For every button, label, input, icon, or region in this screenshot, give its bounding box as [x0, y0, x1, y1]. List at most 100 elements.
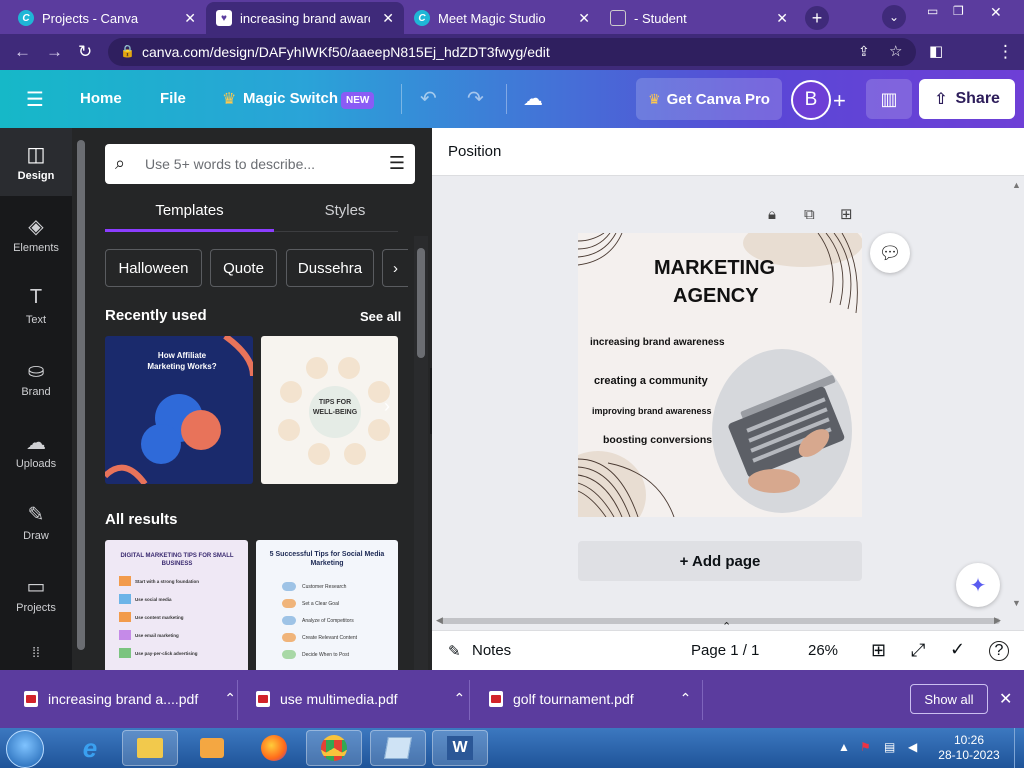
download-item[interactable]: increasing brand a....pdf ⌃: [24, 690, 236, 707]
minimize-icon[interactable]: ▭: [927, 4, 938, 18]
url-field[interactable]: 🔒 canva.com/design/DAFyhIWKf50/aaeepN815…: [108, 38, 916, 66]
template-thumb-affiliate[interactable]: How Affiliate Marketing Works?: [105, 336, 253, 484]
lock-page-icon[interactable]: 🔒︎: [768, 206, 776, 223]
download-item[interactable]: use multimedia.pdf ⌃: [256, 690, 465, 707]
grid-view-icon[interactable]: ⊞: [871, 640, 886, 661]
chevron-up-icon[interactable]: ⌃: [680, 690, 692, 707]
template-thumb-social-media[interactable]: 5 Successful Tips for Social Media Marke…: [256, 540, 398, 670]
panel-scrollbar-thumb[interactable]: [417, 248, 425, 358]
system-clock[interactable]: 10:26 28-10-2023: [934, 733, 1004, 763]
show-all-downloads-button[interactable]: Show all: [910, 684, 988, 714]
design-bullet[interactable]: creating a community: [594, 375, 708, 387]
share-page-icon[interactable]: ⇪: [858, 43, 870, 60]
scroll-down-icon[interactable]: ▼: [1012, 598, 1021, 608]
sidebar-item-elements[interactable]: ◈ Elements: [0, 200, 72, 268]
close-tab-icon[interactable]: ✕: [184, 10, 196, 27]
sidebar-item-text[interactable]: T Text: [0, 272, 72, 340]
design-bullet[interactable]: boosting conversions: [603, 434, 712, 446]
chips-next-icon[interactable]: ›: [382, 249, 408, 287]
chip-quote[interactable]: Quote: [210, 249, 277, 287]
forward-arrow-icon[interactable]: →: [46, 42, 63, 62]
sidebar-item-uploads[interactable]: ☁ Uploads: [0, 416, 72, 484]
firefox-icon[interactable]: [246, 730, 302, 766]
notepad-icon[interactable]: [370, 730, 426, 766]
chevron-up-icon[interactable]: ⌃: [224, 690, 236, 707]
design-title-line2[interactable]: AGENCY: [673, 285, 759, 308]
check-circle-icon[interactable]: ✓: [950, 639, 965, 660]
user-avatar[interactable]: B: [791, 80, 831, 120]
chip-halloween[interactable]: Halloween: [105, 249, 202, 287]
add-page-button[interactable]: + Add page: [578, 541, 862, 581]
panel-scrollbar-left[interactable]: [77, 140, 85, 650]
hamburger-menu-icon[interactable]: ☰: [26, 87, 44, 112]
see-all-link[interactable]: See all: [360, 309, 401, 324]
scroll-right-icon[interactable]: ▶: [994, 615, 1001, 626]
home-link[interactable]: Home: [80, 90, 122, 107]
close-tab-icon[interactable]: ✕: [578, 10, 590, 27]
design-bullet[interactable]: increasing brand awareness: [590, 337, 725, 348]
sidebar-item-projects[interactable]: ▭ Projects: [0, 560, 72, 628]
magic-switch-button[interactable]: Magic Switch: [243, 90, 338, 107]
add-page-icon[interactable]: ⊞: [840, 205, 853, 223]
restore-icon[interactable]: ❐: [953, 4, 964, 18]
tray-expand-icon[interactable]: ▲: [838, 740, 850, 754]
sidebar-item-design[interactable]: ◫ Design: [0, 128, 72, 196]
horizontal-scrollbar[interactable]: [440, 618, 1000, 624]
tab-meet-magic-studio[interactable]: C Meet Magic Studio ✕: [404, 2, 600, 34]
flag-alert-icon[interactable]: ⚑: [860, 740, 871, 754]
carousel-next-icon[interactable]: ›: [384, 396, 390, 417]
notes-icon[interactable]: ✎: [448, 642, 461, 660]
window-close-icon[interactable]: ✕: [990, 4, 1002, 21]
volume-icon[interactable]: ◀: [908, 740, 917, 754]
insights-chart-icon[interactable]: ▥: [866, 79, 912, 119]
back-arrow-icon[interactable]: ←: [14, 42, 31, 62]
page-indicator[interactable]: Page 1 / 1: [691, 642, 759, 659]
magic-sparkle-icon[interactable]: ✦: [956, 563, 1000, 607]
download-item[interactable]: golf tournament.pdf ⌃: [489, 690, 691, 707]
chevron-up-icon[interactable]: ⌃: [454, 690, 466, 707]
close-downloads-icon[interactable]: ✕: [999, 689, 1012, 709]
side-panel-icon[interactable]: ◧: [929, 42, 943, 60]
template-thumb-wellbeing[interactable]: TIPS FOR WELL-BEING: [261, 336, 398, 484]
tab-templates[interactable]: Templates: [105, 202, 274, 219]
fullscreen-icon[interactable]: ⤢: [911, 640, 925, 661]
share-button[interactable]: ⇧ Share: [919, 79, 1015, 119]
get-canva-pro-button[interactable]: ♛ Get Canva Pro: [636, 78, 782, 120]
scroll-left-icon[interactable]: ◀: [436, 615, 443, 626]
browser-menu-icon[interactable]: ⋮: [997, 42, 1014, 62]
duplicate-page-icon[interactable]: ⧉: [804, 206, 815, 223]
template-search-input[interactable]: ⌕ Use 5+ words to describe... ☰: [105, 144, 415, 184]
file-explorer-icon[interactable]: [122, 730, 178, 766]
tab-styles[interactable]: Styles: [290, 202, 400, 219]
network-icon[interactable]: ▤: [884, 740, 895, 754]
add-comment-icon[interactable]: 💬︎: [870, 233, 910, 273]
start-button[interactable]: [6, 730, 44, 768]
help-icon[interactable]: ?: [989, 641, 1009, 661]
new-tab-button[interactable]: +: [805, 6, 829, 30]
chrome-icon[interactable]: [306, 730, 362, 766]
sidebar-item-draw[interactable]: ✎ Draw: [0, 488, 72, 556]
position-button[interactable]: Position: [448, 143, 501, 160]
bookmark-star-icon[interactable]: ☆: [889, 42, 902, 60]
design-bullet[interactable]: improving brand awareness: [592, 406, 712, 416]
sidebar-item-brand[interactable]: ⛀ Brand: [0, 344, 72, 412]
word-icon[interactable]: W: [432, 730, 488, 766]
internet-explorer-icon[interactable]: e: [62, 730, 118, 766]
notes-button[interactable]: Notes: [472, 642, 511, 659]
tab-projects-canva[interactable]: C Projects - Canva ✕: [8, 2, 206, 34]
close-tab-icon[interactable]: ✕: [382, 10, 394, 27]
redo-icon[interactable]: ↷: [467, 86, 484, 111]
filter-sliders-icon[interactable]: ☰: [389, 153, 405, 174]
tab-increasing-brand[interactable]: ♥ increasing brand awarene ✕: [206, 2, 404, 34]
close-tab-icon[interactable]: ✕: [776, 10, 788, 27]
cloud-saved-icon[interactable]: ☁: [523, 86, 543, 111]
file-menu[interactable]: File: [160, 90, 186, 107]
sidebar-item-apps[interactable]: ⁞⁞: [0, 634, 72, 664]
template-thumb-digital-tips[interactable]: DIGITAL MARKETING TIPS FOR SMALL BUSINES…: [105, 540, 248, 670]
design-title-line1[interactable]: MARKETING: [654, 257, 775, 280]
media-player-icon[interactable]: [184, 730, 240, 766]
undo-icon[interactable]: ↶: [420, 86, 437, 111]
add-collaborator-icon[interactable]: +: [833, 88, 846, 114]
reload-icon[interactable]: ↻: [78, 42, 92, 62]
design-page[interactable]: MARKETING AGENCY increasing brand awaren…: [578, 233, 862, 517]
